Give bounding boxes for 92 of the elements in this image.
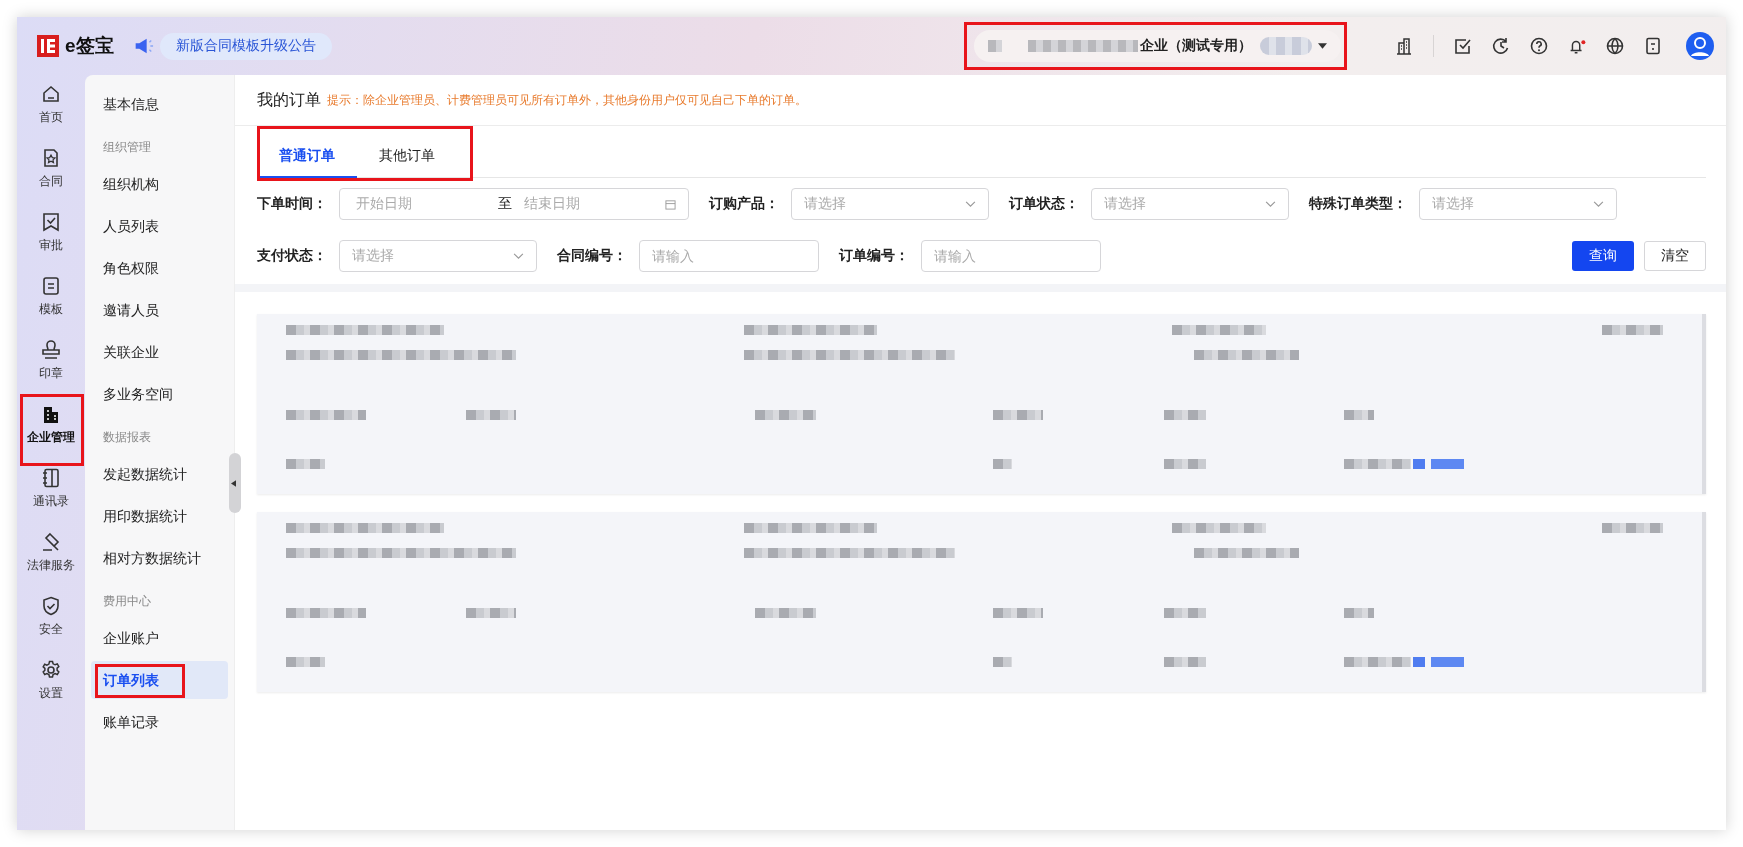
redacted-text xyxy=(1602,325,1663,335)
building-icon[interactable] xyxy=(1394,36,1414,56)
nav-item[interactable]: 安全 xyxy=(21,591,81,655)
submenu-item[interactable]: 人员列表 xyxy=(91,207,228,245)
stamp-icon xyxy=(40,339,62,361)
history-icon[interactable] xyxy=(1491,36,1511,56)
help-icon[interactable] xyxy=(1529,36,1549,56)
filter-label: 合同编号： xyxy=(557,247,627,265)
checkbox-icon[interactable] xyxy=(1453,36,1473,56)
logo-icon xyxy=(37,35,59,57)
search-button[interactable]: 查询 xyxy=(1572,241,1634,271)
redacted-text xyxy=(1413,459,1464,469)
tab[interactable]: 其他订单 xyxy=(357,140,457,178)
redacted-text xyxy=(988,40,1002,52)
redacted-text xyxy=(1260,37,1312,55)
chevron-down-icon xyxy=(965,200,976,208)
bookmark-check-icon xyxy=(40,211,62,233)
redacted-text xyxy=(1164,657,1206,667)
redacted-text xyxy=(1164,608,1206,618)
redacted-text xyxy=(1164,410,1206,420)
logo-text: e签宝 xyxy=(65,34,114,58)
filter-label: 订单状态： xyxy=(1009,195,1079,213)
nav-item[interactable]: 首页 xyxy=(21,79,81,143)
tab[interactable]: 普通订单 xyxy=(257,140,357,178)
filter-label: 支付状态： xyxy=(257,247,327,265)
redacted-text xyxy=(1344,608,1374,618)
redacted-text xyxy=(993,459,1012,469)
globe-icon[interactable] xyxy=(1605,36,1625,56)
home-icon xyxy=(40,83,62,105)
submenu-item[interactable]: 企业账户 xyxy=(91,619,228,657)
filter-label: 下单时间： xyxy=(257,195,327,213)
redacted-text xyxy=(466,608,516,618)
redacted-text xyxy=(993,410,1043,420)
filter-label: 订单编号： xyxy=(839,247,909,265)
redacted-text xyxy=(1344,657,1411,667)
menu-group-label: 费用中心 xyxy=(102,593,152,610)
company-selector[interactable]: 企业（测试专用） xyxy=(974,30,1341,62)
nav-item[interactable]: 设置 xyxy=(21,655,81,719)
redacted-text xyxy=(1344,459,1411,469)
input-field[interactable]: 请输入 xyxy=(639,240,819,272)
menu-group-label: 数据报表 xyxy=(102,429,152,446)
document-icon xyxy=(40,275,62,297)
submenu-item[interactable]: 发起数据统计 xyxy=(91,455,228,493)
submenu-item[interactable]: 角色权限 xyxy=(91,249,228,287)
redacted-text xyxy=(466,410,516,420)
redacted-text xyxy=(993,657,1012,667)
chevron-down-icon xyxy=(1593,200,1604,208)
chevron-down-icon xyxy=(1265,200,1276,208)
redacted-text xyxy=(1413,657,1464,667)
submenu-item[interactable]: 邀请人员 xyxy=(91,291,228,329)
redacted-text xyxy=(286,657,325,667)
submenu-item[interactable]: 关联企业 xyxy=(91,333,228,371)
announcement-button[interactable]: 新版合同模板升级公告 xyxy=(159,32,332,60)
redacted-text xyxy=(286,459,325,469)
nav-item[interactable]: 印章 xyxy=(21,335,81,399)
submenu-item[interactable]: 相对方数据统计 xyxy=(91,539,228,577)
date-range-field[interactable]: 开始日期 至 结束日期 xyxy=(339,188,689,220)
filter-label: 特殊订单类型： xyxy=(1309,195,1407,213)
submenu-item[interactable]: 用印数据统计 xyxy=(91,497,228,535)
nav-item[interactable]: 审批 xyxy=(21,207,81,271)
address-book-icon xyxy=(40,467,62,489)
hint-text: 提示：除企业管理员、计费管理员可见所有订单外，其他身份用户仅可见自己下单的订单。 xyxy=(327,91,807,109)
gavel-icon xyxy=(40,531,62,553)
clear-button[interactable]: 清空 xyxy=(1644,241,1706,271)
chevron-down-icon xyxy=(513,252,524,260)
menu-group-label: 组织管理 xyxy=(102,139,152,156)
settings-icon xyxy=(40,659,62,681)
nav-item[interactable]: 通讯录 xyxy=(21,463,81,527)
submenu-item[interactable]: 账单记录 xyxy=(91,703,228,741)
page-title: 我的订单 xyxy=(257,89,321,110)
collapse-handle[interactable] xyxy=(229,453,241,513)
redacted-text xyxy=(1344,410,1374,420)
calculator-icon[interactable] xyxy=(1643,36,1663,56)
nav-item[interactable]: 法律服务 xyxy=(21,527,81,591)
input-field[interactable]: 请输入 xyxy=(921,240,1101,272)
nav-item[interactable]: 模板 xyxy=(21,271,81,335)
submenu-item[interactable]: 组织机构 xyxy=(91,165,228,203)
submenu-item[interactable]: 订单列表 xyxy=(91,661,228,699)
redacted-text xyxy=(755,608,816,618)
shield-check-icon xyxy=(40,595,62,617)
redacted-text xyxy=(1602,523,1663,533)
nav-item[interactable]: 企业管理 xyxy=(21,399,81,463)
redacted-text xyxy=(755,410,816,420)
filter-label: 订购产品： xyxy=(709,195,779,213)
redacted-text xyxy=(1164,459,1206,469)
submenu-item[interactable]: 基本信息 xyxy=(91,85,228,123)
calendar-icon xyxy=(665,198,676,210)
submenu-item[interactable]: 多业务空间 xyxy=(91,375,228,413)
caret-icon xyxy=(1318,43,1327,49)
nav-item[interactable]: 合同 xyxy=(21,143,81,207)
avatar-icon[interactable] xyxy=(1686,32,1714,60)
redacted-text xyxy=(993,608,1043,618)
